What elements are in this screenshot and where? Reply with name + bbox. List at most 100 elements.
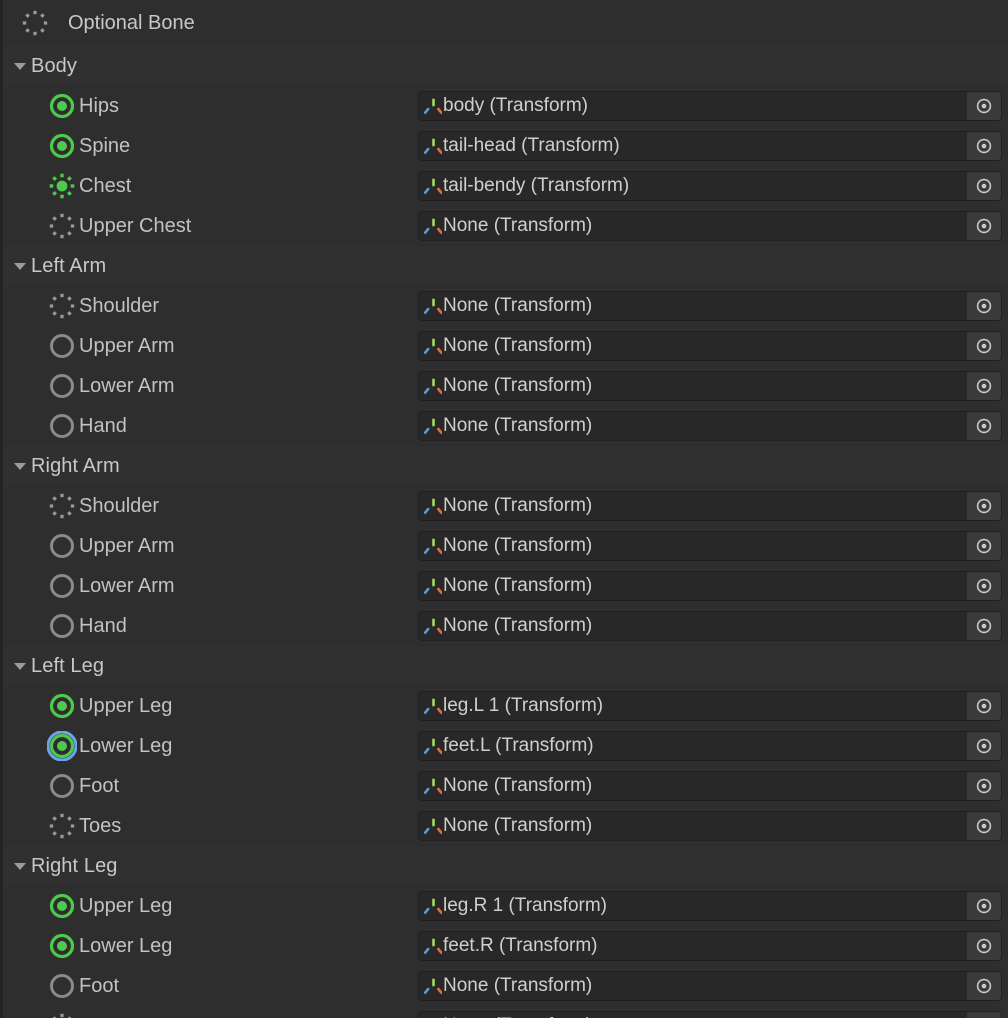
object-picker-target-icon[interactable] <box>967 1012 1001 1018</box>
chevron-down-triangle-icon[interactable] <box>9 246 31 286</box>
object-field-body-hips[interactable]: body (Transform) <box>418 91 1002 121</box>
bone-row-right-leg-upper-leg[interactable]: Upper Leg leg.R 1 (Transform) <box>3 886 1008 926</box>
bone-label-column: Foot <box>3 966 418 1006</box>
legend-label: Optional Bone <box>68 11 195 34</box>
bone-label-column: Lower Arm <box>3 566 418 606</box>
object-field-left-leg-lower-leg[interactable]: feet.L (Transform) <box>418 731 1002 761</box>
object-picker-target-icon[interactable] <box>967 372 1001 400</box>
bone-status-required-empty-icon[interactable] <box>47 771 77 801</box>
bone-row-right-leg-foot[interactable]: Foot None (Transform) <box>3 966 1008 1006</box>
section-header-left-leg[interactable]: Left Leg <box>3 646 1008 686</box>
object-field-body-upper-chest[interactable]: None (Transform) <box>418 211 1002 241</box>
object-picker-target-icon[interactable] <box>967 492 1001 520</box>
object-picker-target-icon[interactable] <box>967 932 1001 960</box>
object-picker-target-icon[interactable] <box>967 972 1001 1000</box>
bone-row-body-hips[interactable]: Hips body (Transform) <box>3 86 1008 126</box>
chevron-down-triangle-icon[interactable] <box>9 646 31 686</box>
bone-row-left-arm-upper-arm[interactable]: Upper Arm None (Transform) <box>3 326 1008 366</box>
bone-status-required-empty-icon[interactable] <box>47 411 77 441</box>
object-picker-target-icon[interactable] <box>967 172 1001 200</box>
object-field-body-chest[interactable]: tail-bendy (Transform) <box>418 171 1002 201</box>
object-field-right-arm-hand[interactable]: None (Transform) <box>418 611 1002 641</box>
bone-field-column: None (Transform) <box>418 966 1008 1006</box>
object-picker-target-icon[interactable] <box>967 292 1001 320</box>
bone-row-left-arm-lower-arm[interactable]: Lower Arm None (Transform) <box>3 366 1008 406</box>
bone-row-right-arm-hand[interactable]: Hand None (Transform) <box>3 606 1008 646</box>
bone-row-right-leg-toes[interactable]: Toes None (Transform) <box>3 1006 1008 1018</box>
object-picker-target-icon[interactable] <box>967 812 1001 840</box>
chevron-down-triangle-icon[interactable] <box>9 846 31 886</box>
bone-label-column: Upper Leg <box>3 886 418 926</box>
object-picker-target-icon[interactable] <box>967 532 1001 560</box>
bone-row-right-leg-lower-leg[interactable]: Lower Leg feet.R (Transform) <box>3 926 1008 966</box>
object-field-body-spine[interactable]: tail-head (Transform) <box>418 131 1002 161</box>
object-field-right-leg-upper-leg[interactable]: leg.R 1 (Transform) <box>418 891 1002 921</box>
bone-status-assigned-icon[interactable] <box>47 131 77 161</box>
bone-row-right-arm-lower-arm[interactable]: Lower Arm None (Transform) <box>3 566 1008 606</box>
bone-row-body-spine[interactable]: Spine tail-head (Transform) <box>3 126 1008 166</box>
bone-status-assigned-icon[interactable] <box>47 731 77 761</box>
object-field-right-leg-lower-leg[interactable]: feet.R (Transform) <box>418 931 1002 961</box>
bone-row-left-arm-hand[interactable]: Hand None (Transform) <box>3 406 1008 446</box>
bone-status-optional-empty-icon[interactable] <box>47 811 77 841</box>
bone-row-left-leg-upper-leg[interactable]: Upper Leg leg.L 1 (Transform) <box>3 686 1008 726</box>
bone-status-optional-empty-icon[interactable] <box>47 491 77 521</box>
section-header-left-arm[interactable]: Left Arm <box>3 246 1008 286</box>
object-picker-target-icon[interactable] <box>967 412 1001 440</box>
transform-gizmo-icon <box>424 697 442 715</box>
bone-status-assigned-icon[interactable] <box>47 691 77 721</box>
bone-row-right-arm-shoulder[interactable]: Shoulder None (Transform) <box>3 486 1008 526</box>
section-header-body[interactable]: Body <box>3 46 1008 86</box>
object-field-left-arm-lower-arm[interactable]: None (Transform) <box>418 371 1002 401</box>
object-picker-target-icon[interactable] <box>967 132 1001 160</box>
bone-row-body-chest[interactable]: Chest tail-bendy (Transform) <box>3 166 1008 206</box>
section-header-right-arm[interactable]: Right Arm <box>3 446 1008 486</box>
bone-status-optional-assigned-icon[interactable] <box>47 171 77 201</box>
bone-row-right-arm-upper-arm[interactable]: Upper Arm None (Transform) <box>3 526 1008 566</box>
bone-row-left-leg-toes[interactable]: Toes None (Transform) <box>3 806 1008 846</box>
section-header-right-leg[interactable]: Right Leg <box>3 846 1008 886</box>
bone-label-column: Upper Chest <box>3 206 418 246</box>
bone-status-required-empty-icon[interactable] <box>47 371 77 401</box>
object-picker-target-icon[interactable] <box>967 612 1001 640</box>
object-picker-target-icon[interactable] <box>967 892 1001 920</box>
bone-status-optional-empty-icon[interactable] <box>47 211 77 241</box>
object-picker-target-icon[interactable] <box>967 92 1001 120</box>
bone-row-left-leg-foot[interactable]: Foot None (Transform) <box>3 766 1008 806</box>
bone-status-required-empty-icon[interactable] <box>47 531 77 561</box>
object-picker-target-icon[interactable] <box>967 212 1001 240</box>
object-field-left-leg-toes[interactable]: None (Transform) <box>418 811 1002 841</box>
bone-status-required-empty-icon[interactable] <box>47 971 77 1001</box>
object-field-left-arm-shoulder[interactable]: None (Transform) <box>418 291 1002 321</box>
object-picker-target-icon[interactable] <box>967 572 1001 600</box>
object-field-left-arm-upper-arm[interactable]: None (Transform) <box>418 331 1002 361</box>
bone-status-required-empty-icon[interactable] <box>47 331 77 361</box>
object-field-right-arm-lower-arm[interactable]: None (Transform) <box>418 571 1002 601</box>
bone-row-left-arm-shoulder[interactable]: Shoulder None (Transform) <box>3 286 1008 326</box>
bone-status-optional-empty-icon[interactable] <box>47 1011 77 1018</box>
bone-status-assigned-icon[interactable] <box>47 91 77 121</box>
bone-row-left-leg-lower-leg[interactable]: Lower Leg feet.L (Transform) <box>3 726 1008 766</box>
chevron-down-triangle-icon[interactable] <box>9 446 31 486</box>
bone-status-required-empty-icon[interactable] <box>47 571 77 601</box>
bone-status-optional-empty-icon[interactable] <box>47 291 77 321</box>
object-field-right-arm-shoulder[interactable]: None (Transform) <box>418 491 1002 521</box>
bone-status-assigned-icon[interactable] <box>47 891 77 921</box>
object-picker-target-icon[interactable] <box>967 732 1001 760</box>
object-picker-target-icon[interactable] <box>967 772 1001 800</box>
object-field-right-leg-toes[interactable]: None (Transform) <box>418 1011 1002 1018</box>
bone-status-required-empty-icon[interactable] <box>47 611 77 641</box>
chevron-down-triangle-icon[interactable] <box>9 46 31 86</box>
object-field-left-arm-hand[interactable]: None (Transform) <box>418 411 1002 441</box>
object-field-right-arm-upper-arm[interactable]: None (Transform) <box>418 531 1002 561</box>
object-picker-target-icon[interactable] <box>967 332 1001 360</box>
object-picker-target-icon[interactable] <box>967 692 1001 720</box>
bone-status-assigned-icon[interactable] <box>47 931 77 961</box>
object-field-right-leg-foot[interactable]: None (Transform) <box>418 971 1002 1001</box>
section-title: Right Leg <box>31 854 118 877</box>
bone-label: Lower Arm <box>79 374 175 397</box>
bone-row-body-upper-chest[interactable]: Upper Chest None (Transform) <box>3 206 1008 246</box>
object-field-left-leg-upper-leg[interactable]: leg.L 1 (Transform) <box>418 691 1002 721</box>
avatar-bone-mapping-panel: Optional Bone Body Hips body (Transform) Sp… <box>0 0 1008 1018</box>
object-field-left-leg-foot[interactable]: None (Transform) <box>418 771 1002 801</box>
